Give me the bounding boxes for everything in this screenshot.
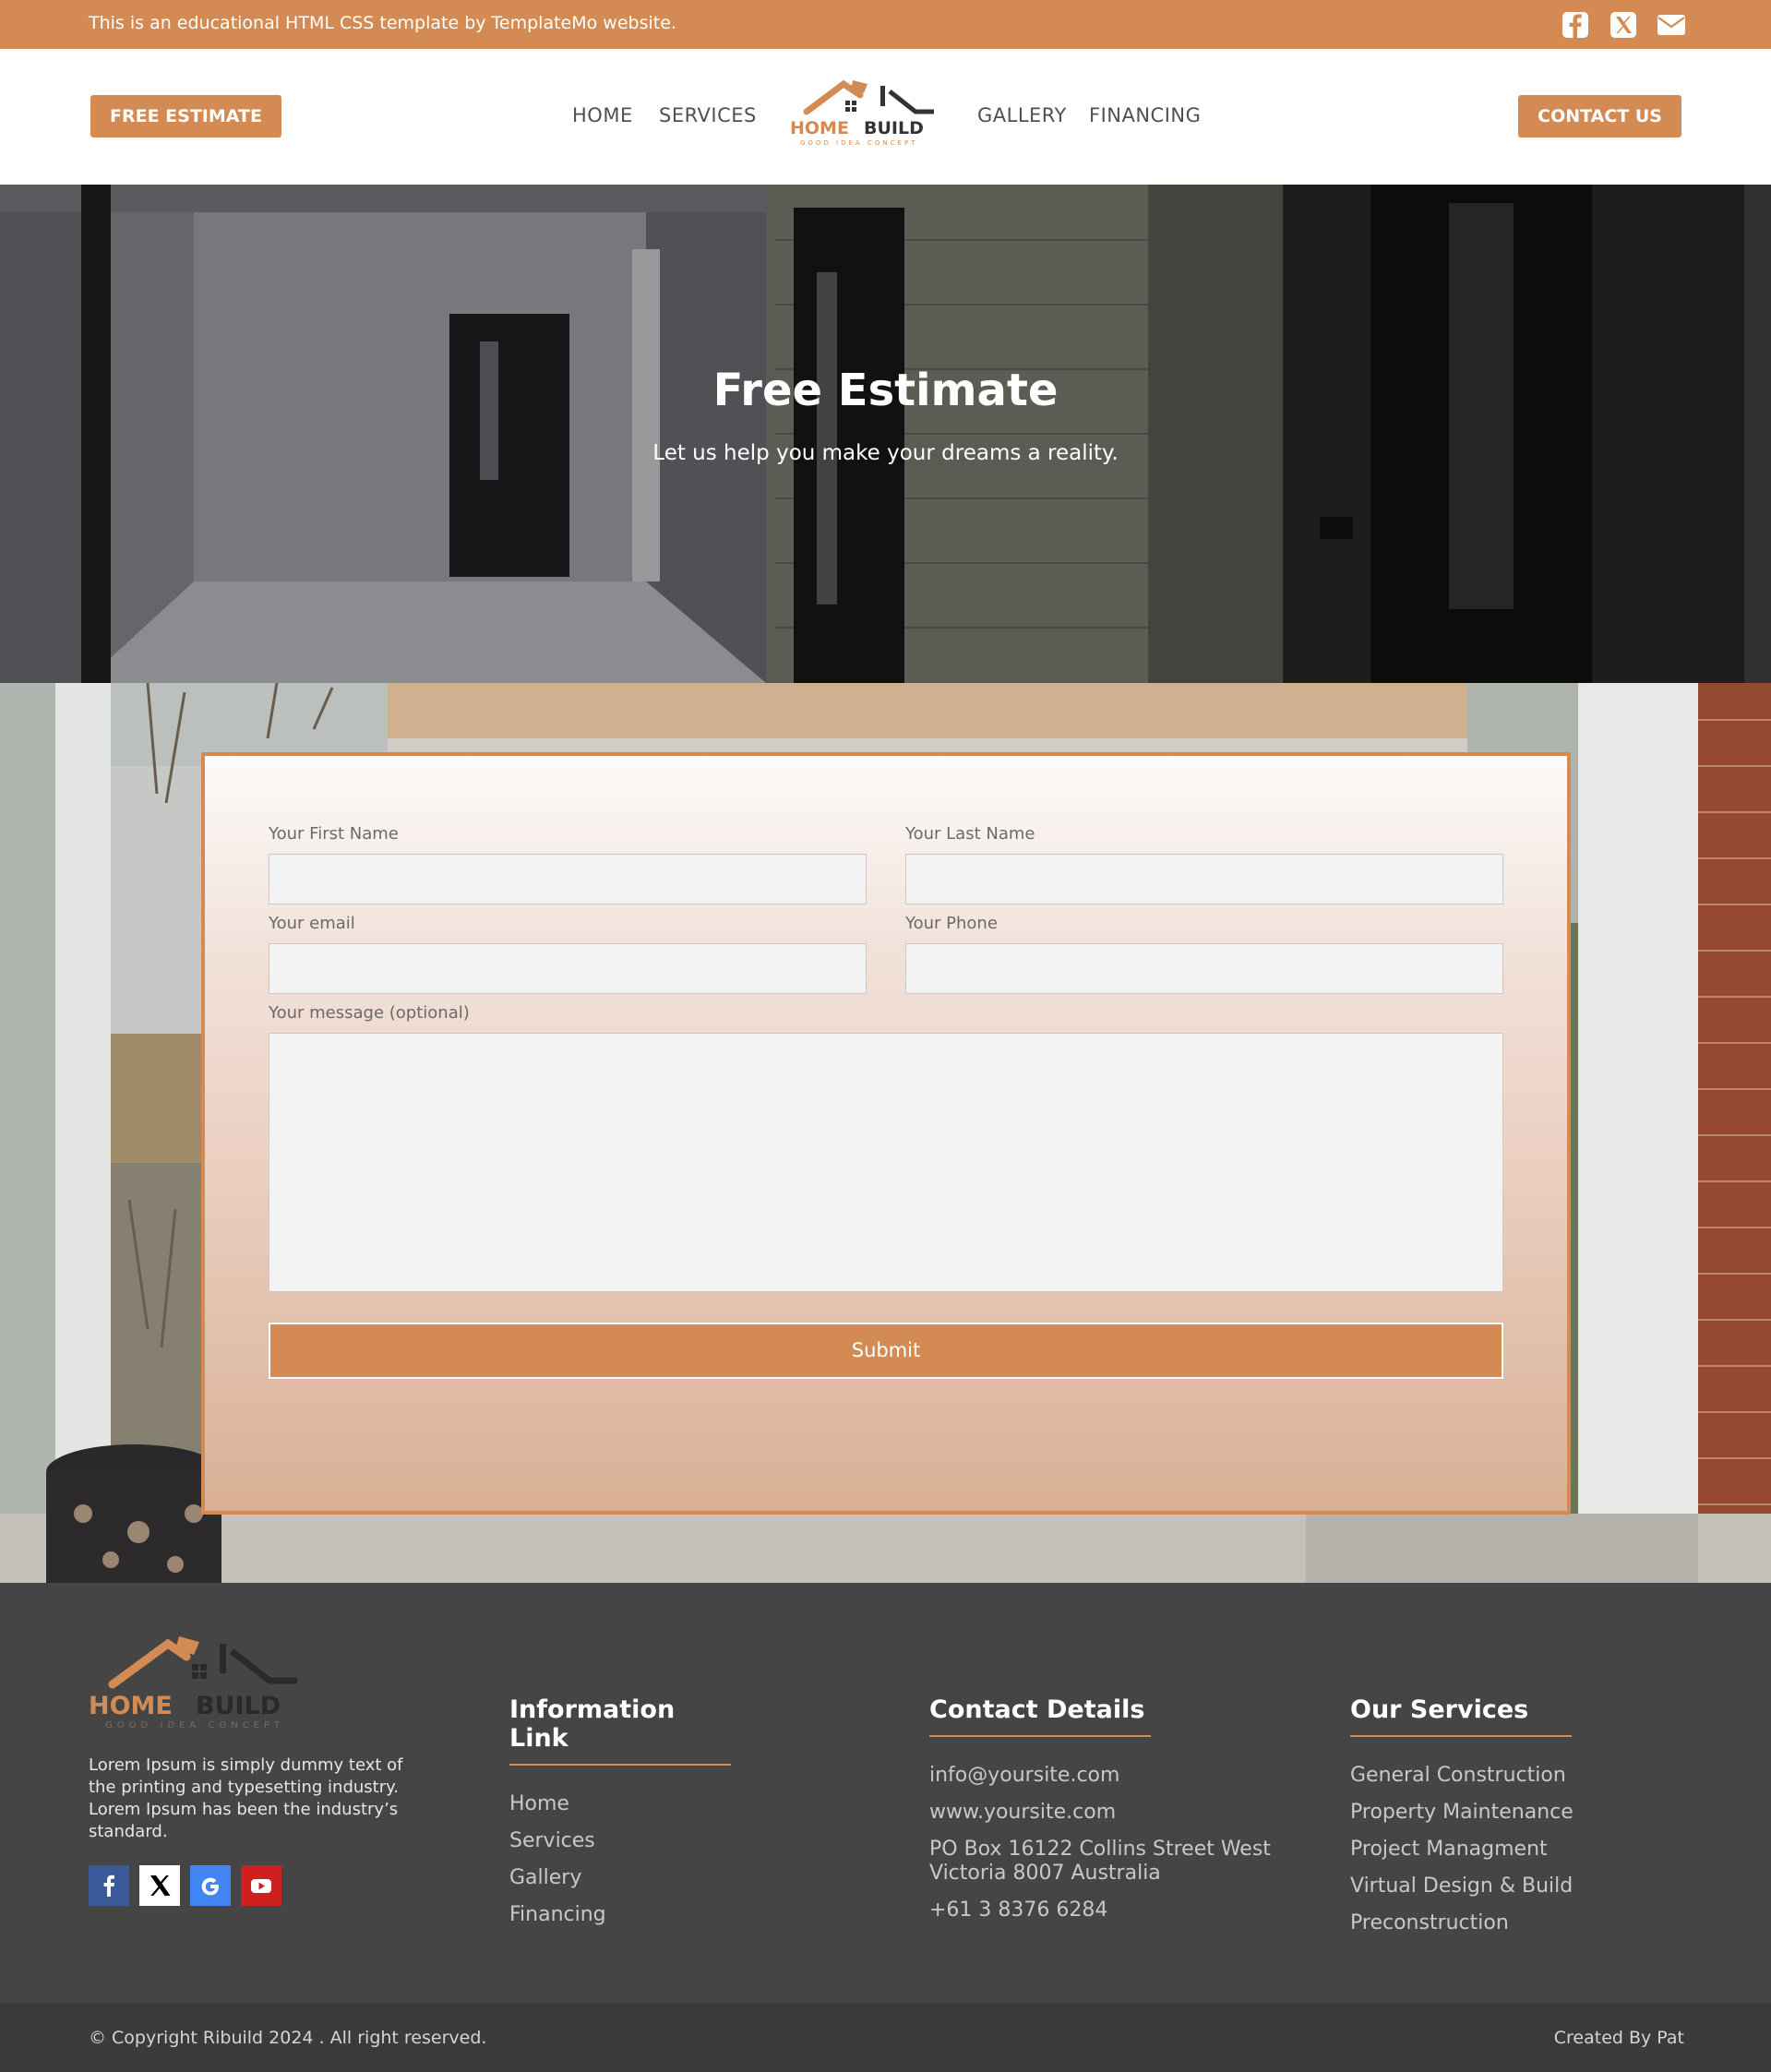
first-name-input[interactable] [269,854,867,904]
footer-logo-build-text: BUILD [196,1692,281,1720]
phone-input[interactable] [905,943,1503,994]
footer-link-home[interactable]: Home [509,1786,731,1823]
site-footer: HOME BUILD GOOD IDEA CONCEPT Lorem Ipsum… [0,1583,1771,2003]
service-virtual-design-build[interactable]: Virtual Design & Build [1350,1868,1574,1905]
x-twitter-icon[interactable] [1609,10,1638,40]
contact-details-heading: Contact Details [929,1695,1151,1737]
facebook-icon[interactable] [1561,10,1590,40]
google-icon[interactable] [190,1865,231,1906]
envelope-icon[interactable] [1657,10,1686,40]
contact-us-button[interactable]: CONTACT US [1518,95,1681,138]
footer-link-services[interactable]: Services [509,1823,731,1860]
footer-contact-column: Contact Details info@yoursite.com www.yo… [929,1695,1271,1929]
top-social-links [1561,10,1686,40]
logo-build-text: BUILD [864,118,924,138]
top-bar: This is an educational HTML CSS template… [0,0,1771,49]
contact-address: PO Box 16122 Collins Street West Victori… [929,1838,1271,1885]
site-header: FREE ESTIMATE HOME SERVICES HOME BUILD G… [0,49,1771,185]
copyright-text: © Copyright Ribuild 2024 . All right res… [89,2028,487,2048]
footer-logo[interactable]: HOME BUILD GOOD IDEA CONCEPT [89,1629,306,1731]
free-estimate-button[interactable]: FREE ESTIMATE [90,95,281,138]
x-twitter-icon[interactable] [139,1865,180,1906]
footer-social-links [89,1865,281,1906]
homebuild-logo[interactable]: HOME BUILD GOOD IDEA CONCEPT [788,75,941,150]
hero-banner: Free Estimate Let us help you make your … [0,185,1771,683]
created-by-text: Created By Pat [1553,2028,1684,2048]
service-general-construction[interactable]: General Construction [1350,1757,1574,1794]
estimate-form-section: Your First Name Your Last Name Your emai… [0,683,1771,1583]
footer-logo-home-text: HOME [89,1692,173,1720]
hero-subtitle: Let us help you make your dreams a reali… [652,441,1119,465]
submit-button[interactable]: Submit [269,1323,1503,1379]
facebook-icon[interactable] [89,1865,129,1906]
first-name-label: Your First Name [269,824,399,844]
nav-home[interactable]: HOME [572,104,633,126]
contact-email[interactable]: info@yoursite.com [929,1757,1271,1794]
youtube-icon[interactable] [241,1865,281,1906]
footer-about-text: Lorem Ipsum is simply dummy text of the … [89,1755,403,1841]
nav-financing[interactable]: FINANCING [1089,104,1201,126]
logo-tagline: GOOD IDEA CONCEPT [800,139,917,147]
top-bar-message: This is an educational HTML CSS template… [89,13,676,33]
footer-services-column: Our Services General Construction Proper… [1350,1695,1574,1942]
hero-interior-image [0,185,1771,683]
logo-home-text: HOME [790,118,849,138]
footer-logo-tagline: GOOD IDEA CONCEPT [105,1720,284,1731]
our-services-heading: Our Services [1350,1695,1572,1737]
footer-link-gallery[interactable]: Gallery [509,1860,731,1897]
phone-label: Your Phone [905,914,998,933]
nav-gallery[interactable]: GALLERY [977,104,1067,126]
nav-services[interactable]: SERVICES [659,104,757,126]
email-input[interactable] [269,943,867,994]
service-property-maintenance[interactable]: Property Maintenance [1350,1794,1574,1831]
contact-website[interactable]: www.yoursite.com [929,1794,1271,1831]
message-textarea[interactable] [269,1033,1503,1292]
last-name-input[interactable] [905,854,1503,904]
contact-phone[interactable]: +61 3 8376 6284 [929,1892,1271,1929]
copyright-bar: © Copyright Ribuild 2024 . All right res… [0,2003,1771,2072]
service-preconstruction[interactable]: Preconstruction [1350,1905,1574,1942]
hero-title: Free Estimate [712,365,1059,416]
last-name-label: Your Last Name [905,824,1035,844]
service-project-management[interactable]: Project Managment [1350,1831,1574,1868]
estimate-form: Your First Name Your Last Name Your emai… [201,752,1571,1515]
message-label: Your message (optional) [269,1003,470,1023]
info-link-heading: Information Link [509,1695,731,1766]
footer-link-financing[interactable]: Financing [509,1897,731,1934]
footer-info-column: Information Link Home Services Gallery F… [509,1695,731,1934]
email-label: Your email [269,914,355,933]
